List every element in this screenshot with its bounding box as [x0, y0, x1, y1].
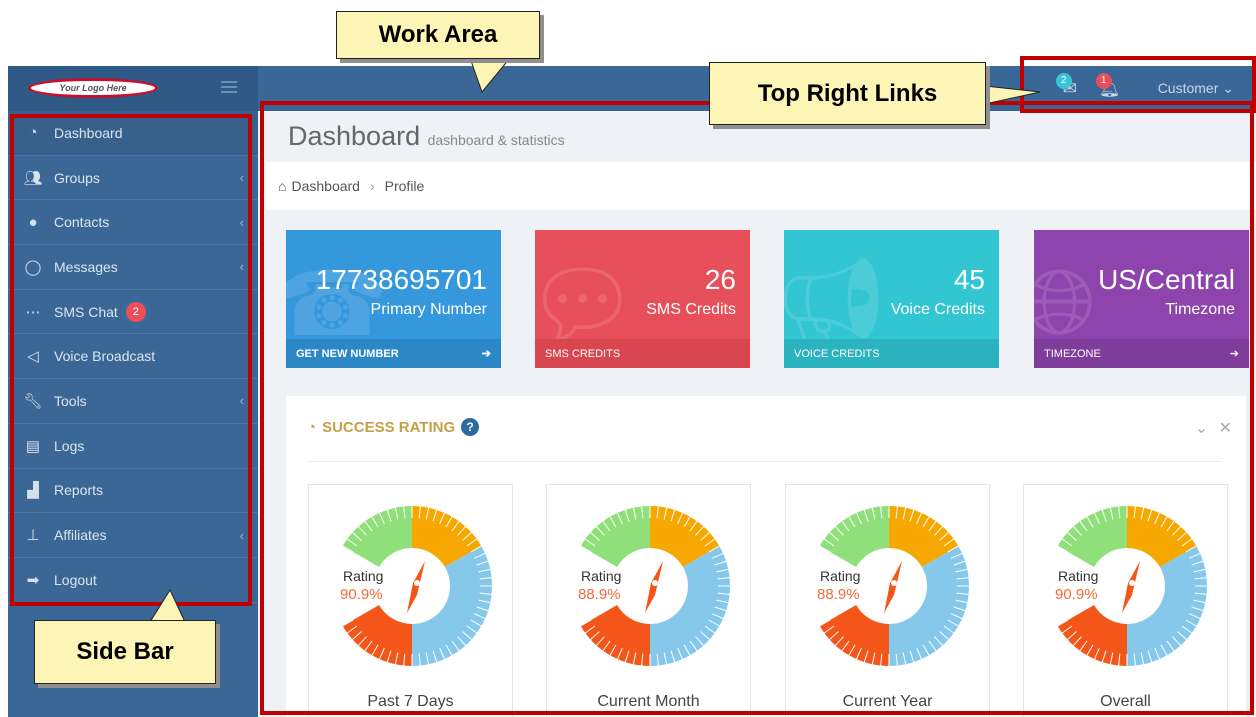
work-area-highlight-box	[260, 101, 1254, 715]
menu-toggle-icon[interactable]	[221, 81, 237, 93]
top-links-highlight-box	[1020, 56, 1256, 113]
top-right-links-callout: Top Right Links	[709, 62, 986, 125]
work-area-callout-text: Work Area	[378, 21, 498, 48]
side-bar-callout-text: Side Bar	[76, 638, 174, 665]
sidebar-highlight-box	[10, 114, 252, 606]
work-area-callout: Work Area	[336, 11, 540, 59]
top-right-links-callout-text: Top Right Links	[757, 79, 938, 107]
logo-text: Your Logo Here	[59, 83, 127, 93]
side-bar-callout: Side Bar	[34, 620, 216, 684]
brand-logo[interactable]: Your Logo Here	[28, 78, 158, 98]
logo-area: Your Logo Here	[8, 66, 258, 111]
